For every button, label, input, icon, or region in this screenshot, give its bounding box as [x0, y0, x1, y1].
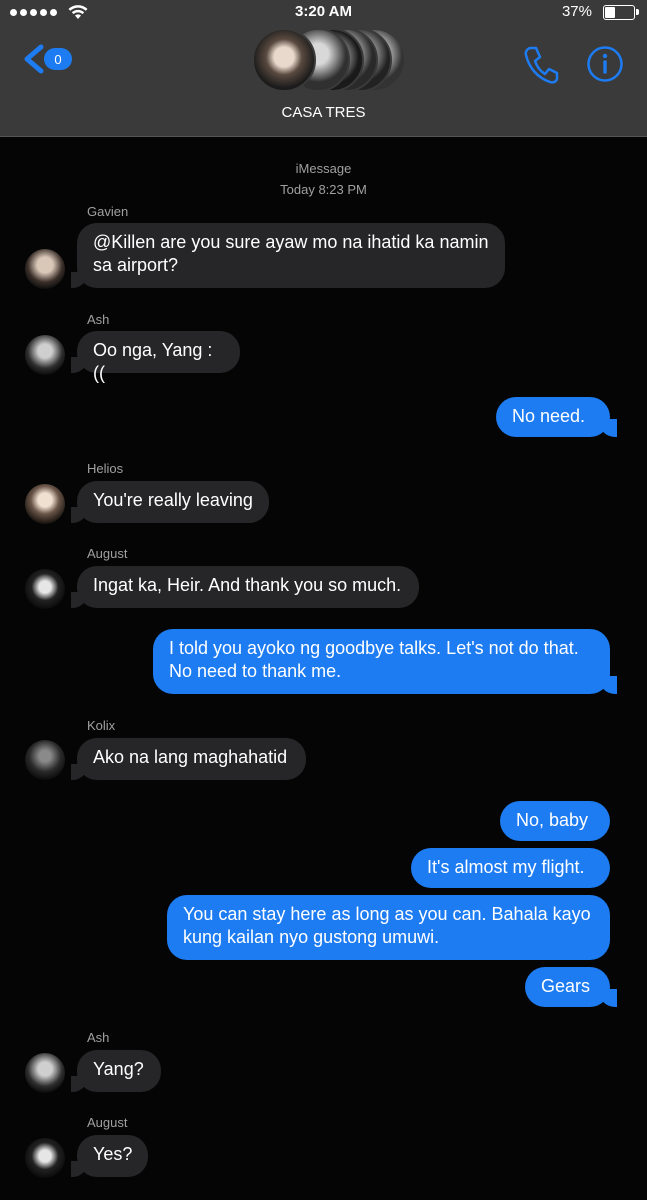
avatar[interactable]: [25, 249, 65, 289]
thread-timestamp: Today 8:23 PM: [280, 182, 367, 197]
sender-name: Ash: [87, 1030, 110, 1045]
outgoing-message[interactable]: It's almost my flight.: [411, 848, 610, 888]
incoming-message[interactable]: You're really leaving: [71, 481, 269, 523]
outgoing-message[interactable]: Gears: [525, 967, 617, 1007]
battery-icon: [603, 5, 639, 20]
incoming-message[interactable]: @Killen are you sure ayaw mo na ihatid k…: [71, 223, 505, 288]
avatar[interactable]: [25, 335, 65, 375]
outgoing-message[interactable]: No need.: [496, 397, 617, 437]
outgoing-message[interactable]: I told you ayoko ng goodbye talks. Let's…: [153, 629, 617, 694]
conversation-header: 0 CASA TRES: [0, 24, 647, 137]
back-button[interactable]: 0: [22, 44, 72, 74]
message-thread[interactable]: iMessage Today 8:23 PM Gavien @Killen ar…: [0, 137, 647, 1200]
incoming-message[interactable]: Yes?: [71, 1135, 148, 1177]
sender-name: August: [87, 1115, 128, 1130]
incoming-message[interactable]: Ako na lang maghahatid: [71, 738, 306, 780]
avatar[interactable]: [25, 569, 65, 609]
outgoing-message[interactable]: No, baby: [500, 801, 610, 841]
sender-name: August: [87, 546, 128, 561]
incoming-message[interactable]: Yang?: [71, 1050, 161, 1092]
sender-name: Kolix: [87, 718, 116, 733]
sender-name: Gavien: [87, 204, 129, 219]
battery-percent: 37%: [561, 3, 592, 20]
outgoing-message[interactable]: You can stay here as long as you can. Ba…: [167, 895, 610, 960]
avatar[interactable]: [25, 1138, 65, 1178]
status-bar: 3:20 AM 37%: [0, 0, 647, 24]
incoming-message[interactable]: Oo nga, Yang :((: [71, 331, 240, 383]
avatar[interactable]: [25, 1053, 65, 1093]
unread-badge: 0: [44, 48, 72, 70]
phone-icon[interactable]: [522, 44, 560, 84]
group-name[interactable]: CASA TRES: [0, 104, 647, 121]
avatar[interactable]: [25, 740, 65, 780]
avatar[interactable]: [25, 484, 65, 524]
sender-name: Ash: [87, 312, 110, 327]
sender-name: Helios: [87, 461, 124, 476]
info-icon[interactable]: [586, 45, 624, 83]
back-chevron-icon: [24, 44, 44, 74]
status-time: 3:20 AM: [295, 3, 352, 20]
group-avatar-stack[interactable]: [252, 28, 406, 92]
group-avatar: [252, 28, 316, 92]
incoming-message[interactable]: Ingat ka, Heir. And thank you so much.: [71, 566, 419, 608]
service-label: iMessage: [295, 161, 352, 176]
